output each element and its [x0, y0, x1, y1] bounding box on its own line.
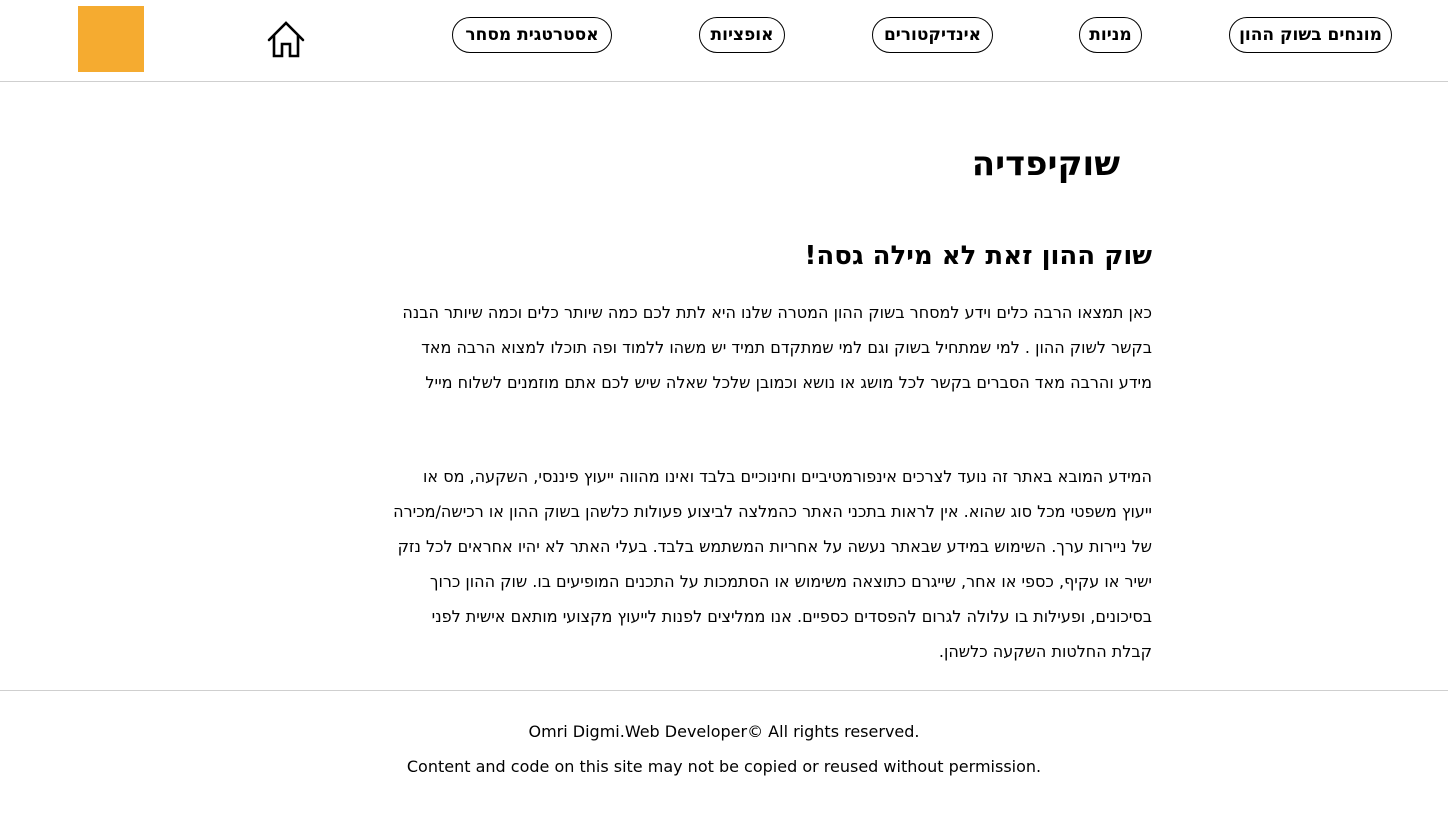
- footer-notice: Content and code on this site may not be…: [406, 757, 1042, 776]
- nav-stocks[interactable]: מניות: [1079, 17, 1142, 53]
- site-footer: Omri Digmi.Web Developer© All rights res…: [0, 691, 1448, 815]
- page-title: שוקיפדיה: [971, 144, 1120, 184]
- nav-options[interactable]: אופציות: [699, 17, 785, 53]
- intro-paragraph: כאן תמצאו הרבה כלים וידע למסחר בשוק ההון…: [402, 303, 1152, 392]
- site-header: מונחים בשוק ההון מניות אינדיקטורים אופצי…: [0, 0, 1448, 82]
- home-icon[interactable]: [266, 19, 306, 59]
- main-content: שוקיפדיה שוק ההון זאת לא מילה גסה! כאן ת…: [0, 82, 1448, 691]
- logo[interactable]: [78, 6, 144, 72]
- nav-trading-strategy[interactable]: אסטרטגית מסחר: [452, 17, 612, 53]
- section-heading: שוק ההון זאת לא מילה גסה!: [804, 241, 1152, 271]
- nav-market-terms[interactable]: מונחים בשוק ההון: [1229, 17, 1392, 53]
- disclaimer-paragraph: המידע המובא באתר זה נועד לצרכים אינפורמט…: [393, 467, 1152, 661]
- footer-copyright: Omri Digmi.Web Developer© All rights res…: [528, 722, 920, 741]
- nav-indicators[interactable]: אינדיקטורים: [872, 17, 993, 53]
